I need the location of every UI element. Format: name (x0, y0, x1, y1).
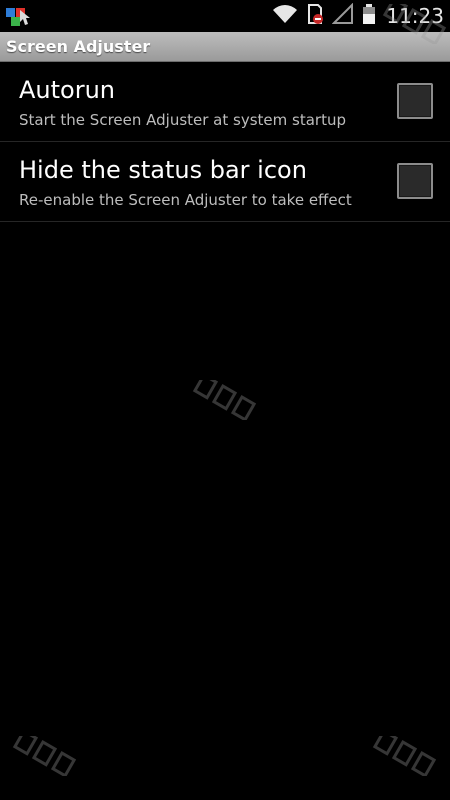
screen: 11:23 Screen Adjuster Autorun Start the … (0, 0, 450, 800)
watermark-logo (368, 729, 438, 778)
pref-summary: Re-enable the Screen Adjuster to take ef… (19, 191, 352, 209)
pref-item-hide-status-bar-icon[interactable]: Hide the status bar icon Re-enable the S… (0, 142, 450, 222)
watermark-logo (188, 373, 258, 422)
watermark-logo (378, 0, 448, 46)
app-title: Screen Adjuster (6, 37, 151, 56)
pref-title: Autorun (19, 76, 116, 104)
sd-card-blocked-icon (306, 3, 324, 29)
pref-item-autorun[interactable]: Autorun Start the Screen Adjuster at sys… (0, 62, 450, 142)
pref-summary: Start the Screen Adjuster at system star… (19, 111, 346, 129)
watermark-logo (8, 729, 78, 778)
preference-list: Autorun Start the Screen Adjuster at sys… (0, 62, 450, 222)
battery-icon (362, 3, 376, 29)
hide-status-bar-icon-checkbox[interactable] (397, 163, 433, 199)
signal-icon (331, 2, 354, 29)
app-notification-icon (4, 4, 38, 28)
wifi-icon (272, 3, 298, 29)
autorun-checkbox[interactable] (397, 83, 433, 119)
pref-title: Hide the status bar icon (19, 156, 307, 184)
